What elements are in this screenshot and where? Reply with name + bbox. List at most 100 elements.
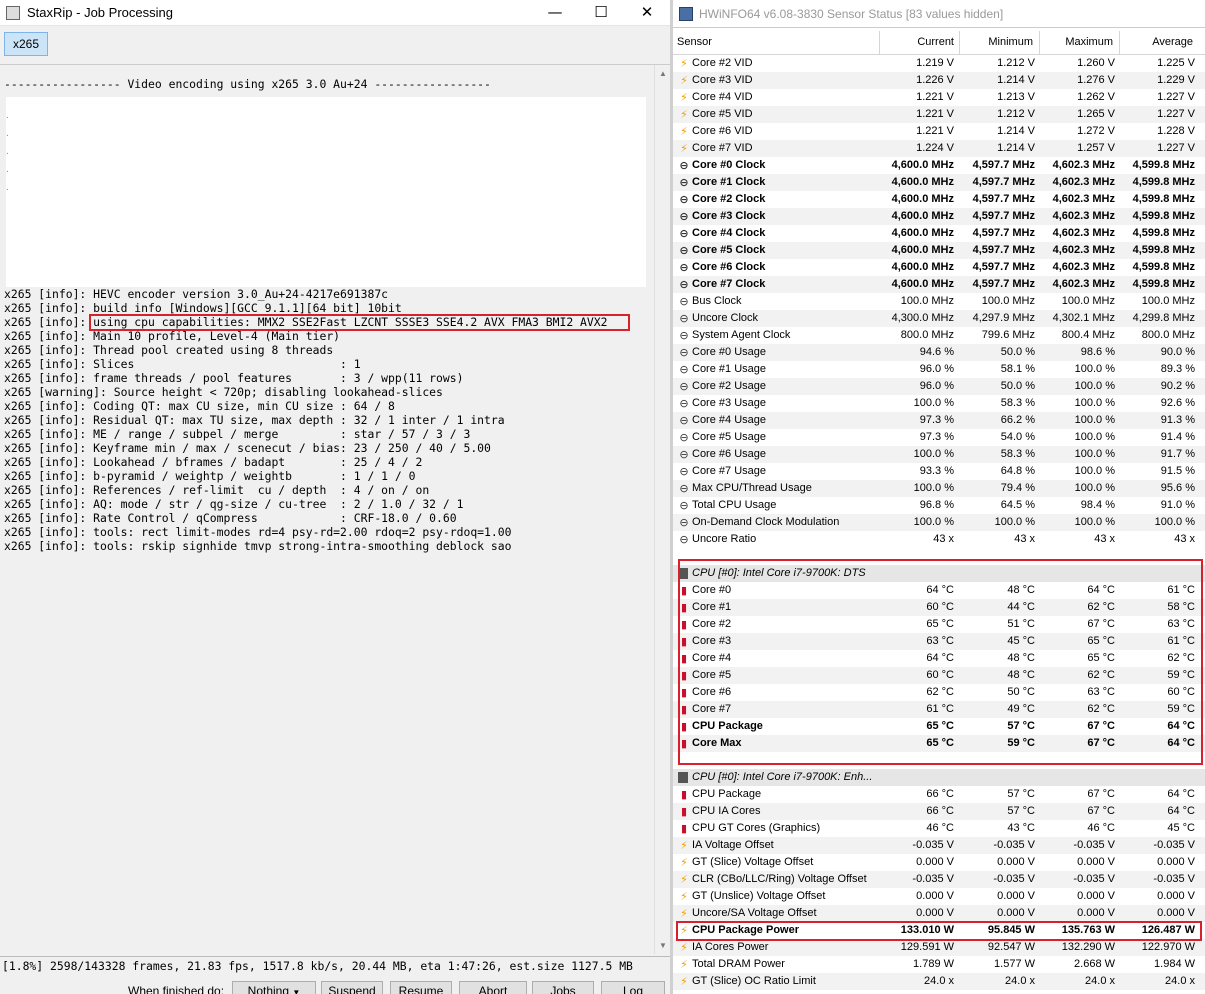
sensor-row[interactable]: ⚡ Total DRAM Power 1.789 W 1.577 W 2.668 W 1.… bbox=[673, 956, 1205, 973]
maximize-icon[interactable]: ☐ bbox=[578, 0, 624, 26]
sensor-row[interactable]: ⊖ On-Demand Clock Modulation 100.0 % 100.0 … bbox=[673, 514, 1205, 531]
sensor-row[interactable]: ⚡ Uncore/SA Voltage Offset 0.000 V 0.000 V 0… bbox=[673, 905, 1205, 922]
sensor-current: 0.000 V bbox=[916, 907, 954, 919]
sensor-minimum: 57 °C bbox=[1007, 788, 1035, 800]
sensor-row[interactable]: ⊖ Max CPU/Thread Usage 100.0 % 79.4 % 100.0 … bbox=[673, 480, 1205, 497]
sensor-average: 91.4 % bbox=[1160, 431, 1195, 443]
sensor-row[interactable]: ⊖ Total CPU Usage 96.8 % 64.5 % 98.4 % 91.0 % bbox=[673, 497, 1205, 514]
clock-icon: ⊖ bbox=[679, 363, 689, 376]
sensor-row[interactable]: ⚡ GT (Slice) OC Ratio Limit 24.0 x 24.0 x 24… bbox=[673, 973, 1205, 990]
sensor-current: 100.0 MHz bbox=[900, 295, 954, 307]
sensor-average: 4,299.8 MHz bbox=[1132, 312, 1195, 324]
sensor-row[interactable]: ⊖ Uncore Clock 4,300.0 MHz 4,297.9 MHz 4,302… bbox=[673, 310, 1205, 327]
staxrip-window: StaxRip - Job Processing — ☐ ✕ x265 ----… bbox=[0, 0, 670, 994]
jobs-button[interactable]: Jobs bbox=[532, 981, 594, 994]
sensor-minimum: 4,597.7 MHz bbox=[972, 159, 1035, 171]
col-minimum[interactable]: Minimum bbox=[959, 36, 1033, 48]
sensor-row[interactable]: ⚡ GT (Unslice) Voltage Offset 0.000 V 0.000… bbox=[673, 888, 1205, 905]
sensor-current: 1.789 W bbox=[913, 958, 954, 970]
close-icon[interactable]: ✕ bbox=[624, 0, 670, 26]
sensor-row[interactable]: ⚡ Core #5 VID 1.221 V 1.212 V 1.265 V 1.227 V bbox=[673, 106, 1205, 123]
clock-icon: ⊖ bbox=[679, 448, 689, 461]
log-scrollbar[interactable]: ▲ ▼ bbox=[654, 65, 670, 954]
sensor-row[interactable]: ⚡ Core #3 VID 1.226 V 1.214 V 1.276 V 1.229 V bbox=[673, 72, 1205, 89]
sensor-name: Uncore/SA Voltage Offset bbox=[692, 907, 817, 919]
sensor-row[interactable]: ⊖ Core #5 Clock 4,600.0 MHz 4,597.7 MHz 4,60… bbox=[673, 242, 1205, 259]
sensor-row[interactable]: ⚡ IA Cores Power 129.591 W 92.547 W 132.290 … bbox=[673, 939, 1205, 956]
clock-icon: ⊖ bbox=[679, 329, 689, 342]
scroll-up-icon[interactable]: ▲ bbox=[659, 69, 667, 78]
sensor-row[interactable]: ⊖ Core #7 Clock 4,600.0 MHz 4,597.7 MHz 4,60… bbox=[673, 276, 1205, 293]
sensor-row[interactable]: ⊖ Core #2 Usage 96.0 % 50.0 % 100.0 % 90.2 % bbox=[673, 378, 1205, 395]
sensor-row[interactable]: ⊖ Core #6 Clock 4,600.0 MHz 4,597.7 MHz 4,60… bbox=[673, 259, 1205, 276]
log-line: x265 [info]: AQ: mode / str / qg-size / … bbox=[4, 497, 464, 511]
sensor-maximum: 0.000 V bbox=[1077, 890, 1115, 902]
sensor-table-header: Sensor Current Minimum Maximum Average bbox=[673, 31, 1205, 55]
sensor-maximum: 67 °C bbox=[1087, 805, 1115, 817]
sensor-average: 0.000 V bbox=[1157, 856, 1195, 868]
sensor-maximum: 67 °C bbox=[1087, 788, 1115, 800]
abort-button[interactable]: Abort bbox=[459, 981, 527, 994]
clock-icon: ⊖ bbox=[679, 380, 689, 393]
col-current[interactable]: Current bbox=[879, 36, 954, 48]
bolt-icon: ⚡ bbox=[680, 57, 688, 70]
sensor-row[interactable]: ⚡ Core #7 VID 1.224 V 1.214 V 1.257 V 1.227 V bbox=[673, 140, 1205, 157]
sensor-maximum: 1.260 V bbox=[1077, 57, 1115, 69]
sensor-group-header[interactable]: CPU [#0]: Intel Core i7-9700K: Enh... bbox=[673, 769, 1205, 786]
clock-icon: ⊖ bbox=[679, 210, 689, 223]
log-button[interactable]: Log bbox=[601, 981, 665, 994]
sensor-row[interactable]: ▮ CPU IA Cores 66 °C 57 °C 67 °C 64 °C bbox=[673, 803, 1205, 820]
sensor-row[interactable]: ▮ CPU Package 66 °C 57 °C 67 °C 64 °C bbox=[673, 786, 1205, 803]
sensor-row[interactable]: ⊖ Core #7 Usage 93.3 % 64.8 % 100.0 % 91.5 % bbox=[673, 463, 1205, 480]
resume-button[interactable]: Resume bbox=[390, 981, 452, 994]
sensor-row[interactable]: ⊖ Uncore Ratio 43 x 43 x 43 x 43 x bbox=[673, 531, 1205, 548]
sensor-row[interactable]: ⊖ Core #4 Usage 97.3 % 66.2 % 100.0 % 91.3 % bbox=[673, 412, 1205, 429]
sensor-row[interactable]: ⚡ GT (Slice) Voltage Offset 0.000 V 0.000 V… bbox=[673, 854, 1205, 871]
sensor-average: 122.970 W bbox=[1141, 941, 1195, 953]
tab-x265[interactable]: x265 bbox=[4, 32, 48, 56]
sensor-minimum: 58.1 % bbox=[1000, 363, 1035, 375]
sensor-row[interactable]: ⊖ Core #3 Usage 100.0 % 58.3 % 100.0 % 92.6 % bbox=[673, 395, 1205, 412]
col-sensor[interactable]: Sensor bbox=[677, 36, 712, 48]
sensor-row[interactable]: ⊖ Core #5 Usage 97.3 % 54.0 % 100.0 % 91.4 % bbox=[673, 429, 1205, 446]
sensor-row[interactable]: ⚡ Core #2 VID 1.219 V 1.212 V 1.260 V 1.225 V bbox=[673, 55, 1205, 72]
sensor-maximum: 98.6 % bbox=[1080, 346, 1115, 358]
clock-icon: ⊖ bbox=[679, 397, 689, 410]
col-maximum[interactable]: Maximum bbox=[1039, 36, 1113, 48]
sensor-maximum: 46 °C bbox=[1087, 822, 1115, 834]
staxrip-app-icon bbox=[6, 6, 20, 20]
sensor-row[interactable]: ⊖ Core #1 Usage 96.0 % 58.1 % 100.0 % 89.3 % bbox=[673, 361, 1205, 378]
sensor-row[interactable]: ⊖ Core #0 Usage 94.6 % 50.0 % 98.6 % 90.0 % bbox=[673, 344, 1205, 361]
sensor-row[interactable]: ⚡ IA Voltage Offset -0.035 V -0.035 V -0.035… bbox=[673, 837, 1205, 854]
sensor-maximum: 98.4 % bbox=[1080, 499, 1115, 511]
sensor-maximum: 100.0 % bbox=[1074, 465, 1115, 477]
col-average[interactable]: Average bbox=[1119, 36, 1193, 48]
clock-icon: ⊖ bbox=[679, 227, 689, 240]
suspend-button[interactable]: Suspend bbox=[321, 981, 383, 994]
minimize-icon[interactable]: — bbox=[532, 0, 578, 26]
sensor-row[interactable]: ⊖ Core #4 Clock 4,600.0 MHz 4,597.7 MHz 4,60… bbox=[673, 225, 1205, 242]
sensor-row[interactable]: ⊖ Core #6 Usage 100.0 % 58.3 % 100.0 % 91.7 % bbox=[673, 446, 1205, 463]
sensor-row[interactable]: ⚡ Core #6 VID 1.221 V 1.214 V 1.272 V 1.228 V bbox=[673, 123, 1205, 140]
sensor-row[interactable]: ⊖ Core #2 Clock 4,600.0 MHz 4,597.7 MHz 4,60… bbox=[673, 191, 1205, 208]
when-finished-dropdown[interactable]: Nothing ▼ bbox=[232, 981, 316, 994]
sensor-maximum: 1.265 V bbox=[1077, 108, 1115, 120]
sensor-row[interactable]: ⊖ Core #1 Clock 4,600.0 MHz 4,597.7 MHz 4,60… bbox=[673, 174, 1205, 191]
sensor-row[interactable]: ⊖ Bus Clock 100.0 MHz 100.0 MHz 100.0 MHz 100… bbox=[673, 293, 1205, 310]
scroll-down-icon[interactable]: ▼ bbox=[659, 941, 667, 950]
sensor-minimum: 1.213 V bbox=[997, 91, 1035, 103]
sensor-row[interactable]: ⚡ CLR (CBo/LLC/Ring) Voltage Offset -0.035… bbox=[673, 871, 1205, 888]
log-line: x265 [info]: Lookahead / bframes / badap… bbox=[4, 455, 423, 469]
sensor-row[interactable]: ⊖ Core #0 Clock 4,600.0 MHz 4,597.7 MHz 4,60… bbox=[673, 157, 1205, 174]
sensor-row[interactable]: ▮ CPU GT Cores (Graphics) 46 °C 43 °C 46 °C 4… bbox=[673, 820, 1205, 837]
staxrip-titlebar: StaxRip - Job Processing — ☐ ✕ bbox=[0, 0, 670, 26]
sensor-name: CPU Package bbox=[692, 788, 762, 800]
sensor-name: Core #6 VID bbox=[692, 125, 753, 137]
sensor-row[interactable]: ⊖ Core #3 Clock 4,600.0 MHz 4,597.7 MHz 4,60… bbox=[673, 208, 1205, 225]
sensor-row[interactable]: ⚡ Core #4 VID 1.221 V 1.213 V 1.262 V 1.227 V bbox=[673, 89, 1205, 106]
sensor-average: 91.5 % bbox=[1160, 465, 1195, 477]
sensor-row[interactable]: ⊖ System Agent Clock 800.0 MHz 799.6 MHz 800… bbox=[673, 327, 1205, 344]
sensor-maximum: 100.0 % bbox=[1074, 397, 1115, 409]
sensor-maximum: -0.035 V bbox=[1073, 873, 1115, 885]
log-line: x265 [info]: Residual QT: max TU size, m… bbox=[4, 413, 505, 427]
